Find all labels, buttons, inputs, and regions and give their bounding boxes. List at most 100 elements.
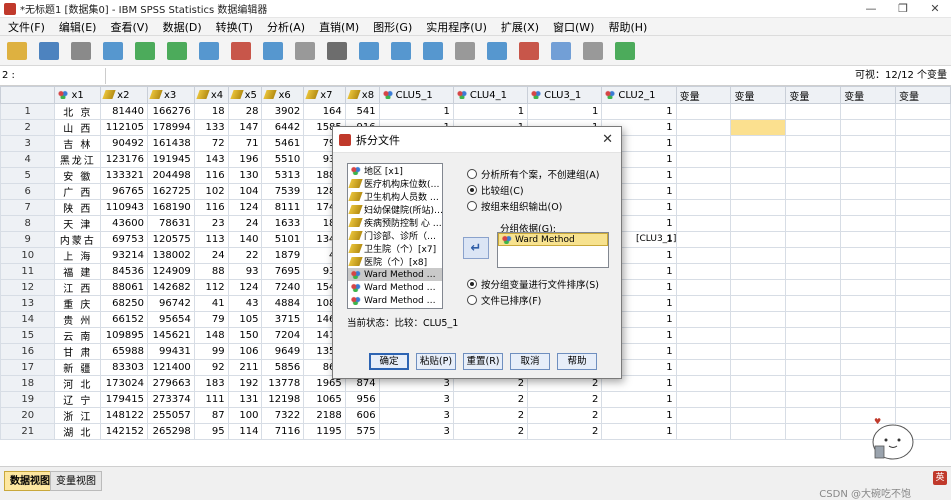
table-cell[interactable]	[785, 103, 842, 120]
table-cell[interactable]	[895, 311, 951, 328]
menu-window[interactable]: 窗口(W)	[553, 19, 594, 35]
table-cell[interactable]: 7204	[261, 327, 305, 344]
table-cell[interactable]: 148122	[100, 407, 148, 424]
table-cell[interactable]: 23	[193, 215, 229, 232]
minimize-button[interactable]: —	[855, 0, 887, 18]
table-cell[interactable]	[895, 263, 951, 280]
table-cell[interactable]: 114	[227, 423, 263, 440]
table-cell[interactable]	[675, 247, 732, 264]
table-cell[interactable]: 2	[527, 423, 603, 440]
use-sets-button[interactable]	[548, 39, 574, 63]
menu-direct-marketing[interactable]: 直销(M)	[319, 19, 359, 35]
row-number[interactable]: 13	[0, 295, 56, 312]
table-cell[interactable]	[730, 215, 787, 232]
table-cell[interactable]: 192	[227, 375, 263, 392]
table-cell[interactable]: 204498	[146, 167, 195, 184]
column-header[interactable]: 变量	[675, 86, 732, 104]
variable-list-item[interactable]: 卫生机构人员数 …	[348, 190, 442, 203]
table-cell[interactable]: 93214	[100, 247, 148, 264]
value-labels-button[interactable]	[516, 39, 542, 63]
table-cell[interactable]	[675, 311, 732, 328]
table-cell[interactable]: 3	[378, 423, 454, 440]
table-cell[interactable]: 新 疆	[54, 359, 102, 376]
table-cell[interactable]: 24	[227, 215, 263, 232]
table-cell[interactable]: 1	[601, 103, 677, 120]
radio-button[interactable]	[467, 295, 477, 305]
insert-cases-button[interactable]	[356, 39, 382, 63]
table-cell[interactable]: 102	[193, 183, 229, 200]
menu-file[interactable]: 文件(F)	[8, 19, 45, 35]
table-cell[interactable]: 5313	[261, 167, 305, 184]
menu-transform[interactable]: 转换(T)	[216, 19, 253, 35]
table-cell[interactable]: 贵 州	[54, 311, 102, 328]
table-cell[interactable]: 173024	[100, 375, 148, 392]
table-cell[interactable]: 7695	[261, 263, 305, 280]
table-cell[interactable]	[730, 167, 787, 184]
open-button[interactable]	[4, 39, 30, 63]
table-cell[interactable]: 121400	[146, 359, 195, 376]
select-cases-button[interactable]	[484, 39, 510, 63]
table-cell[interactable]: 111	[193, 391, 229, 408]
tab-variable-view[interactable]: 变量视图	[50, 471, 102, 491]
table-cell[interactable]: 106	[227, 343, 263, 360]
variable-list[interactable]: 地区 [x1] 医疗机构床位数(… 卫生机构人员数 … 妇幼保健院(所站)… 疾病预防控…	[347, 163, 443, 309]
table-cell[interactable]: 191945	[146, 151, 195, 168]
table-cell[interactable]	[730, 151, 787, 168]
table-cell[interactable]	[785, 343, 842, 360]
row-number[interactable]: 3	[0, 135, 56, 152]
table-cell[interactable]: 133321	[100, 167, 148, 184]
table-cell[interactable]: 88061	[100, 279, 148, 296]
table-cell[interactable]	[840, 375, 897, 392]
column-header[interactable]: CLU2_1	[601, 86, 677, 104]
table-cell[interactable]: 124	[227, 199, 263, 216]
table-cell[interactable]: 3902	[261, 103, 305, 120]
table-cell[interactable]	[675, 295, 732, 312]
radio-compare-groups[interactable]: 比较组(C)	[467, 183, 524, 197]
table-cell[interactable]: 196	[227, 151, 263, 168]
table-cell[interactable]: 96765	[100, 183, 148, 200]
table-cell[interactable]: 109895	[100, 327, 148, 344]
table-cell[interactable]	[730, 247, 787, 264]
table-cell[interactable]	[895, 343, 951, 360]
table-cell[interactable]: 279663	[146, 375, 195, 392]
table-cell[interactable]: 142152	[100, 423, 148, 440]
table-cell[interactable]	[785, 231, 842, 248]
row-number[interactable]: 5	[0, 167, 56, 184]
table-cell[interactable]: 69753	[100, 231, 148, 248]
table-cell[interactable]: 7240	[261, 279, 305, 296]
table-cell[interactable]	[840, 199, 897, 216]
table-cell[interactable]: 安 徽	[54, 167, 102, 184]
menu-analyze[interactable]: 分析(A)	[267, 19, 305, 35]
table-cell[interactable]	[785, 167, 842, 184]
table-cell[interactable]: 上 海	[54, 247, 102, 264]
row-number[interactable]: 9	[0, 231, 56, 248]
table-cell[interactable]	[675, 263, 732, 280]
table-cell[interactable]: 140	[227, 231, 263, 248]
table-cell[interactable]: 6442	[261, 119, 305, 136]
table-cell[interactable]	[895, 199, 951, 216]
table-cell[interactable]	[895, 247, 951, 264]
table-cell[interactable]	[675, 215, 732, 232]
table-cell[interactable]	[675, 279, 732, 296]
table-cell[interactable]	[840, 359, 897, 376]
table-cell[interactable]: 95	[193, 423, 229, 440]
table-cell[interactable]: 1195	[303, 423, 346, 440]
table-cell[interactable]: 110943	[100, 199, 148, 216]
table-cell[interactable]: 116	[193, 167, 229, 184]
table-cell[interactable]: 28	[227, 103, 263, 120]
table-cell[interactable]: 辽 宁	[54, 391, 102, 408]
table-cell[interactable]: 18	[193, 103, 229, 120]
cell-reference[interactable]: 2 :	[2, 68, 106, 84]
variable-list-item[interactable]: Ward Method …	[348, 281, 442, 294]
column-header[interactable]: x4	[193, 86, 229, 104]
table-cell[interactable]: 96742	[146, 295, 195, 312]
table-cell[interactable]: 吉 林	[54, 135, 102, 152]
table-cell[interactable]	[785, 375, 842, 392]
table-cell[interactable]: 66152	[100, 311, 148, 328]
table-cell[interactable]	[785, 119, 842, 136]
table-cell[interactable]: 105	[227, 311, 263, 328]
table-cell[interactable]	[785, 359, 842, 376]
variables-button[interactable]	[260, 39, 286, 63]
table-cell[interactable]: 2	[452, 423, 529, 440]
radio-button[interactable]	[467, 185, 477, 195]
